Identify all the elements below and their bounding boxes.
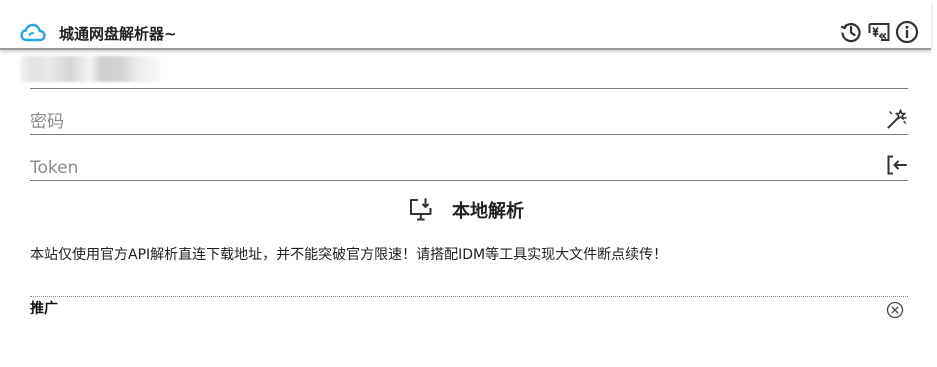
app-title: 城通网盘解析器~ bbox=[59, 25, 177, 43]
login-icon[interactable] bbox=[886, 154, 908, 176]
magic-wand-icon[interactable] bbox=[886, 108, 908, 130]
donate-icon[interactable] bbox=[867, 20, 891, 44]
app-toolbar: 城通网盘解析器~ bbox=[0, 0, 931, 50]
token-field-underline bbox=[30, 180, 908, 181]
local-parse-label: 本地解析 bbox=[452, 201, 524, 222]
password-field[interactable] bbox=[30, 109, 850, 135]
close-circle-icon[interactable] bbox=[886, 301, 904, 319]
url-field-underline bbox=[30, 88, 908, 89]
cloud-icon bbox=[20, 22, 46, 44]
download-monitor-icon bbox=[408, 197, 434, 223]
password-field-underline bbox=[30, 134, 908, 135]
history-icon[interactable] bbox=[839, 20, 863, 44]
promo-label: 推广 bbox=[30, 301, 58, 317]
notice-text: 本站仅使用官方API解析直连下载地址，并不能突破官方限速！请搭配IDM等工具实现… bbox=[30, 247, 668, 263]
token-field[interactable] bbox=[30, 155, 850, 181]
blurred-url-value[interactable] bbox=[20, 56, 160, 82]
promo-divider bbox=[30, 296, 908, 297]
local-parse-button[interactable]: 本地解析 bbox=[408, 195, 524, 225]
info-icon[interactable] bbox=[895, 20, 919, 44]
